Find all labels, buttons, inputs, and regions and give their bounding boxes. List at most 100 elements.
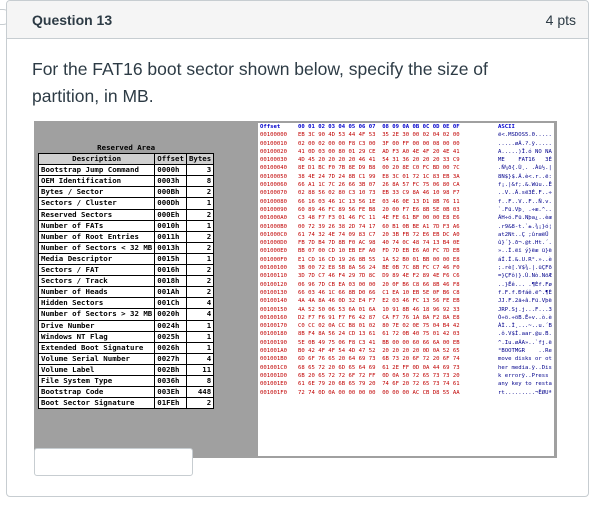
question-header: Question 13 4 pts xyxy=(7,1,588,39)
reserved-area-label: Reserved Area xyxy=(38,143,214,154)
hex-bytes: 38 4E 24 7D 24 8B C1 99 E8 3C 01 72 1C 8… xyxy=(298,173,460,180)
hex-row: 00100140 4A 4A 8A 46 0D 32 E4 F7 E2 03 46… xyxy=(258,297,554,305)
hex-row: 001001F0 72 74 0D 0A 00 00 00 00 00 00 00… xyxy=(258,389,554,397)
description-cell: Boot Sector Signature xyxy=(37,397,156,410)
hex-bytes: 4D 45 20 20 20 20 46 41 54 31 36 20 20 2… xyxy=(298,157,460,164)
table-row: Number of Sectors > 32 MB 0020h 4 xyxy=(37,308,215,321)
hex-offset: 00100100 xyxy=(260,265,287,272)
offset-cell: 0026h xyxy=(154,341,187,354)
hex-row: 00100090 60 89 46 FC 89 56 FE B8 20 00 F7… xyxy=(258,206,554,214)
hex-offset: 00100180 xyxy=(260,331,287,338)
description-cell: Volume Serial Number xyxy=(37,352,156,365)
table-row: Hidden Sectors 001Ch 4 xyxy=(37,297,215,310)
hex-offset: 001000F0 xyxy=(260,256,287,263)
hex-row: 001000D0 FB 7D B4 7D 8B F0 AC 98 40 74 0C… xyxy=(258,239,554,247)
hex-ascii: ..V..Ã.së3É.F..÷ xyxy=(498,190,552,197)
hex-offset: 00100090 xyxy=(260,206,287,213)
description-cell: Number of Root Entries xyxy=(37,230,156,243)
hex-row: 00100160 D2 F7 F6 91 F7 F6 42 87 CA F7 76… xyxy=(258,314,554,322)
bytes-cell: 1 xyxy=(185,319,215,332)
hex-row: 00100110 3D 7D C7 46 F4 29 7D 8C D9 89 4E… xyxy=(258,272,554,280)
offset-cell: 01FEh xyxy=(154,397,187,410)
hex-offset: 001000D0 xyxy=(260,240,287,247)
offset-cell: 002Bh xyxy=(154,363,187,376)
hex-ascii: û}´}.ð¬.@t.Ht.´. xyxy=(498,240,552,247)
hex-offset: 00100080 xyxy=(260,198,287,205)
hex-row: 00100060 66 A1 1C 7C 26 66 3B 07 26 8A 57… xyxy=(258,181,554,189)
bytes-cell: 2 xyxy=(185,208,215,221)
hex-ascii: ^.Iu.øÃA»..`fj.ë xyxy=(498,339,552,346)
hex-bytes: 6D 6F 76 65 20 64 69 73 6B 73 20 6F 72 2… xyxy=(298,356,460,363)
offset-cell: 0013h xyxy=(154,241,187,254)
hex-header-bytes: 00 01 02 03 04 05 06 07 08 09 0A 0B 0C 0… xyxy=(298,124,460,130)
hex-bytes: EB 3C 90 4D 53 44 4F 53 35 2E 30 00 02 0… xyxy=(298,132,460,139)
description-cell: Hidden Sectors xyxy=(37,297,156,310)
offset-cell: 0020h xyxy=(154,308,187,321)
hex-bytes: BB 07 00 CD 10 EB EF A0 FD 7D EB E6 A0 F… xyxy=(298,248,460,255)
hex-row: 00100120 06 96 7D CB EA 03 00 00 20 0F B6… xyxy=(258,281,554,289)
hex-ascii: .Ñ¼ð{.Ù¸. .Àü½.| xyxy=(498,165,552,172)
description-cell: Number of Sectors > 32 MB xyxy=(37,308,156,321)
hex-ascii: any key to resta xyxy=(498,381,552,388)
hex-row: 00100100 3B 00 72 E8 5B 8A 56 24 BE 0B 7C… xyxy=(258,264,554,272)
bytes-cell: 448 xyxy=(185,386,215,399)
bytes-cell: 4 xyxy=(185,308,215,321)
hex-offset: 001001D0 xyxy=(260,372,287,379)
question-text: For the FAT16 boot sector shown below, s… xyxy=(32,59,488,106)
hex-row: 00100130 66 03 46 1C 66 8B D0 66 C1 EA 10… xyxy=(258,289,554,297)
hex-dump-panel: Offset 00 01 02 03 04 05 06 07 08 09 0A … xyxy=(258,123,554,456)
hex-ascii: ÀÌ..Ì¸...~..u.´B xyxy=(498,323,552,330)
offset-cell: 0025h xyxy=(154,330,187,343)
hex-offset: 00100000 xyxy=(260,132,287,139)
table-row: Bootstrap Code 003Eh 448 xyxy=(37,386,215,399)
bytes-cell: 2 xyxy=(185,275,215,288)
description-cell: Reserved Sectors xyxy=(37,208,156,221)
description-cell: Bootstrap Jump Command xyxy=(37,164,156,177)
hex-offset: 00100020 xyxy=(260,148,287,155)
hex-bytes: 3B 00 72 E8 5B 8A 56 24 BE 0B 7C 8B FC C… xyxy=(298,265,460,272)
description-cell: Sectors / Track xyxy=(37,275,156,288)
hex-ascii: =}ÇFô)}.Ù.Nò.NöÆ xyxy=(498,273,552,280)
table-row: Drive Number 0024h 1 xyxy=(37,319,215,332)
hex-bytes: 02 00 02 00 00 F8 C3 00 3F 00 FF 00 00 0… xyxy=(298,140,460,147)
hex-bytes: 68 65 72 20 6D 65 64 69 61 2E FF 0D 0A 4… xyxy=(298,364,460,371)
hex-bytes: 41 0D 03 00 80 01 29 CE AD F3 A0 4E 4F 2… xyxy=(298,148,460,155)
bytes-cell: 4 xyxy=(185,352,215,365)
hex-offset: 00100050 xyxy=(260,173,287,180)
table-row: Number of Root Entries 0011h 2 xyxy=(37,230,215,243)
hex-offset: 001001E0 xyxy=(260,381,287,388)
hex-offset: 001000A0 xyxy=(260,215,287,222)
hex-bytes: 72 74 0D 0A 00 00 00 00 00 00 00 AC CB D… xyxy=(298,389,460,396)
question-title: Question 13 xyxy=(32,12,113,28)
description-cell: Number of FATs xyxy=(37,219,156,232)
hex-row: 001000A0 C3 48 F7 F3 01 46 FC 11 4E FE 61… xyxy=(258,214,554,222)
description-cell: Drive Number xyxy=(37,319,156,332)
table-row: Windows NT Flag 0025h 1 xyxy=(37,330,215,343)
hex-bytes: 5E 0B 49 75 06 F8 C3 41 BB 00 00 60 66 6… xyxy=(298,339,460,346)
hex-row: 00100000 EB 3C 90 4D 53 44 4F 53 35 2E 30… xyxy=(258,131,554,139)
table-row: Extended Boot Signature 0026h 1 xyxy=(37,341,215,354)
bytes-cell: 1 xyxy=(185,252,215,266)
hex-row: 001000F0 E1 CD 16 CD 19 26 8B 55 1A 52 B0… xyxy=(258,256,554,264)
hex-ascii: Ò÷ö.÷öB.Ê÷v..ò.è xyxy=(498,314,552,321)
hex-row: 001000E0 BB 07 00 CD 10 EB EF A0 FD 7D EB… xyxy=(258,247,554,255)
answer-input[interactable] xyxy=(34,448,193,476)
hex-ascii: ;.rè[.V$¾.|.üÇFð xyxy=(498,265,552,272)
hex-bytes: 60 89 46 FC 89 56 FE B8 20 00 F7 E6 8B 5… xyxy=(298,206,460,213)
hex-ascii: ÃH÷ó.Fü.Nþa¿..èæ xyxy=(498,215,552,222)
hex-ascii: at2Nt..Ç ;ûræëÜ xyxy=(498,231,552,238)
description-cell: Sectors / Cluster xyxy=(37,197,156,210)
hex-ascii: ë<.MSDOS5.0..... xyxy=(498,132,552,139)
hex-ascii: ME FAT16 3É xyxy=(498,157,552,164)
offset-cell: 0018h xyxy=(154,275,187,288)
offset-cell: 0003h xyxy=(154,175,187,188)
hex-offset: 00100120 xyxy=(260,281,287,288)
offset-cell: 001Ah xyxy=(154,286,187,299)
hex-bytes: 8E D1 BC F0 7B 8E D9 B8 00 20 8E C0 FC B… xyxy=(298,165,460,172)
description-cell: File System Type xyxy=(37,374,156,388)
description-cell: Extended Boot Signature xyxy=(37,341,156,354)
table-row: Sectors / Cluster 000Dh 1 xyxy=(37,197,215,210)
bytes-cell: 1 xyxy=(185,330,215,343)
hex-ascii: .....øÃ.?.ÿ..... xyxy=(498,140,552,147)
description-cell: Sectors / FAT xyxy=(37,264,156,277)
